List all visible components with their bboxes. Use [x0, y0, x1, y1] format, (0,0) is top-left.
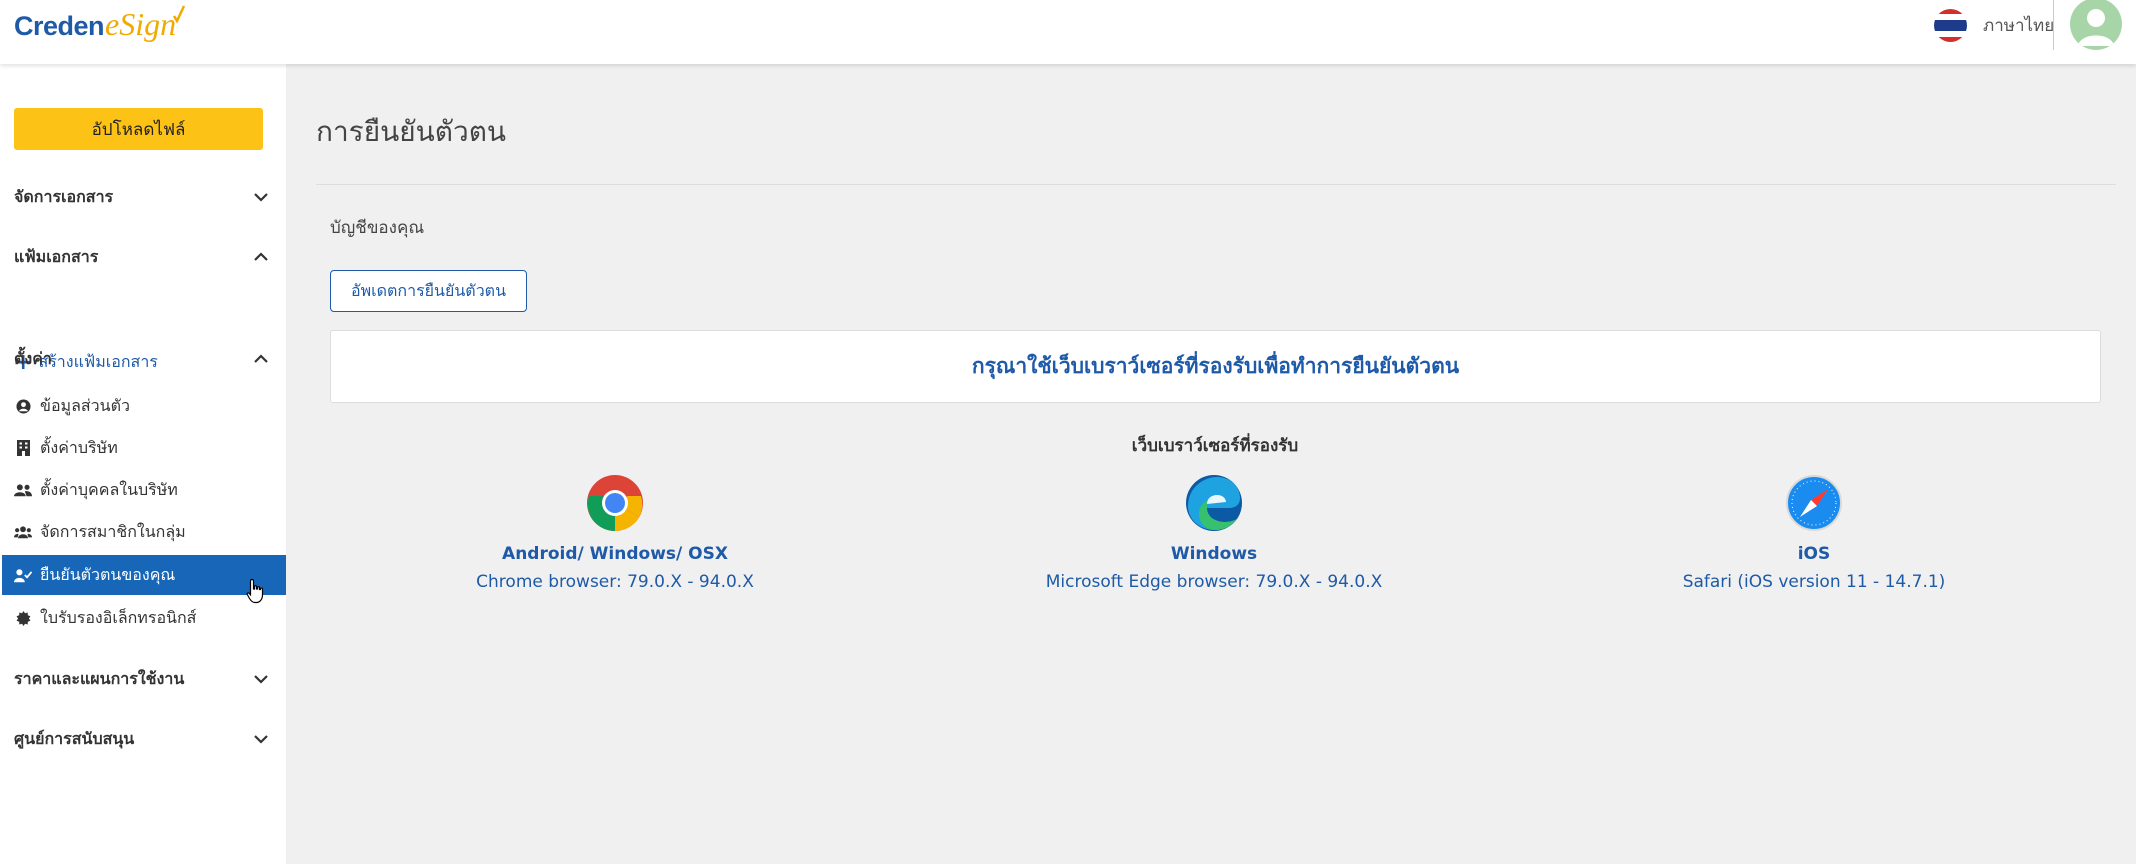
browser-version: Chrome browser: 79.0.X - 94.0.X [476, 572, 754, 592]
section-label: ศูนย์การสนับสนุน [14, 728, 135, 748]
header-divider [2053, 0, 2054, 50]
sidebar-section-manage-documents[interactable]: จัดการเอกสาร [14, 182, 270, 212]
upload-file-button[interactable]: อัปโหลดไฟล์ [14, 108, 263, 150]
sidebar-item-verify-identity[interactable]: ยืนยันตัวตนของคุณ [2, 555, 286, 595]
browser-platform: Android/ Windows/ OSX [502, 544, 728, 564]
sidebar-item-label: ตั้งค่าบุคคลในบริษัท [40, 479, 178, 499]
chevron-up-icon [254, 252, 268, 261]
browser-platform: Windows [1170, 544, 1258, 564]
users-icon [14, 481, 32, 499]
browser-notice: กรุณาใช้เว็บเบราว์เซอร์ที่รองรับเพื่อทำก… [330, 330, 2101, 403]
page-title: การยืนยันตัวตน [316, 115, 507, 148]
sidebar-item-label: จัดการสมาชิกในกลุ่ม [40, 521, 186, 541]
logo[interactable]: Creden eSign [14, 5, 186, 46]
browser-version: Safari (iOS version 11 - 14.7.1) [1682, 572, 1946, 592]
section-label: ราคาและแผนการใช้งาน [14, 668, 185, 688]
sidebar-section-settings[interactable]: ตั้งค่า [14, 344, 270, 374]
update-verification-button[interactable]: อัพเดตการยืนยันตัวตน [330, 270, 527, 312]
user-avatar-icon [2078, 9, 2114, 46]
account-label: บัญชีของคุณ [330, 218, 425, 238]
notice-text: กรุณาใช้เว็บเบราว์เซอร์ที่รองรับเพื่อทำก… [971, 354, 1460, 378]
section-label: แฟ้มเอกสาร [14, 246, 99, 266]
chevron-down-icon [254, 193, 268, 202]
sidebar-section-pricing[interactable]: ราคาและแผนการใช้งาน [14, 664, 270, 694]
sidebar-item-profile[interactable]: ข้อมูลส่วนตัว [2, 386, 286, 426]
sidebar-item-label: ยืนยันตัวตนของคุณ [40, 564, 176, 584]
top-header: Creden eSign ภาษาไทย [0, 0, 2136, 64]
sidebar-item-company-people[interactable]: ตั้งค่าบุคคลในบริษัท [2, 470, 286, 510]
edge-icon [1186, 475, 1242, 531]
hand-cursor-icon [246, 578, 264, 604]
browser-card-edge: Windows Microsoft Edge browser: 79.0.X -… [1004, 474, 1424, 592]
browser-card-chrome: Android/ Windows/ OSX Chrome browser: 79… [405, 474, 825, 592]
sidebar-item-group-members[interactable]: จัดการสมาชิกในกลุ่ม [2, 512, 286, 552]
avatar[interactable] [2070, 0, 2122, 50]
chevron-down-icon [254, 735, 268, 744]
sidebar-item-label: ข้อมูลส่วนตัว [40, 395, 130, 415]
sidebar-item-label: ใบรับรองอิเล็กทรอนิกส์ [40, 607, 197, 627]
browser-version: Microsoft Edge browser: 79.0.X - 94.0.X [1045, 572, 1383, 592]
language-selector[interactable]: ภาษาไทย [1934, 8, 2054, 42]
divider [316, 184, 2116, 185]
chevron-down-icon [254, 675, 268, 684]
browser-platform: iOS [1797, 544, 1831, 564]
chrome-icon [587, 475, 643, 531]
user-check-icon [14, 566, 32, 584]
logo-text-creden: Creden [14, 11, 105, 41]
sidebar-item-e-certificate[interactable]: ใบรับรองอิเล็กทรอนิกส์ [2, 598, 286, 638]
sidebar-section-folders[interactable]: แฟ้มเอกสาร [14, 242, 270, 272]
section-label: ตั้งค่า [14, 348, 52, 368]
safari-icon [1786, 475, 1842, 531]
sidebar: อัปโหลดไฟล์ จัดการเอกสาร แฟ้มเอกสาร + สร… [0, 64, 286, 864]
supported-browsers-title: เว็บเบราว์เซอร์ที่รองรับ [1131, 436, 1299, 456]
logo-check-icon [173, 5, 186, 24]
user-group-icon [14, 523, 32, 541]
section-label: จัดการเอกสาร [14, 186, 114, 206]
language-label: ภาษาไทย [1983, 15, 2055, 36]
logo-text-esign: eSign [105, 6, 177, 42]
sidebar-section-support[interactable]: ศูนย์การสนับสนุน [14, 724, 270, 754]
thai-flag-icon [1934, 8, 1967, 42]
chevron-up-icon [254, 354, 268, 363]
certificate-icon [14, 609, 32, 627]
user-circle-icon [14, 397, 32, 415]
browser-card-safari: iOS Safari (iOS version 11 - 14.7.1) [1604, 474, 2024, 592]
